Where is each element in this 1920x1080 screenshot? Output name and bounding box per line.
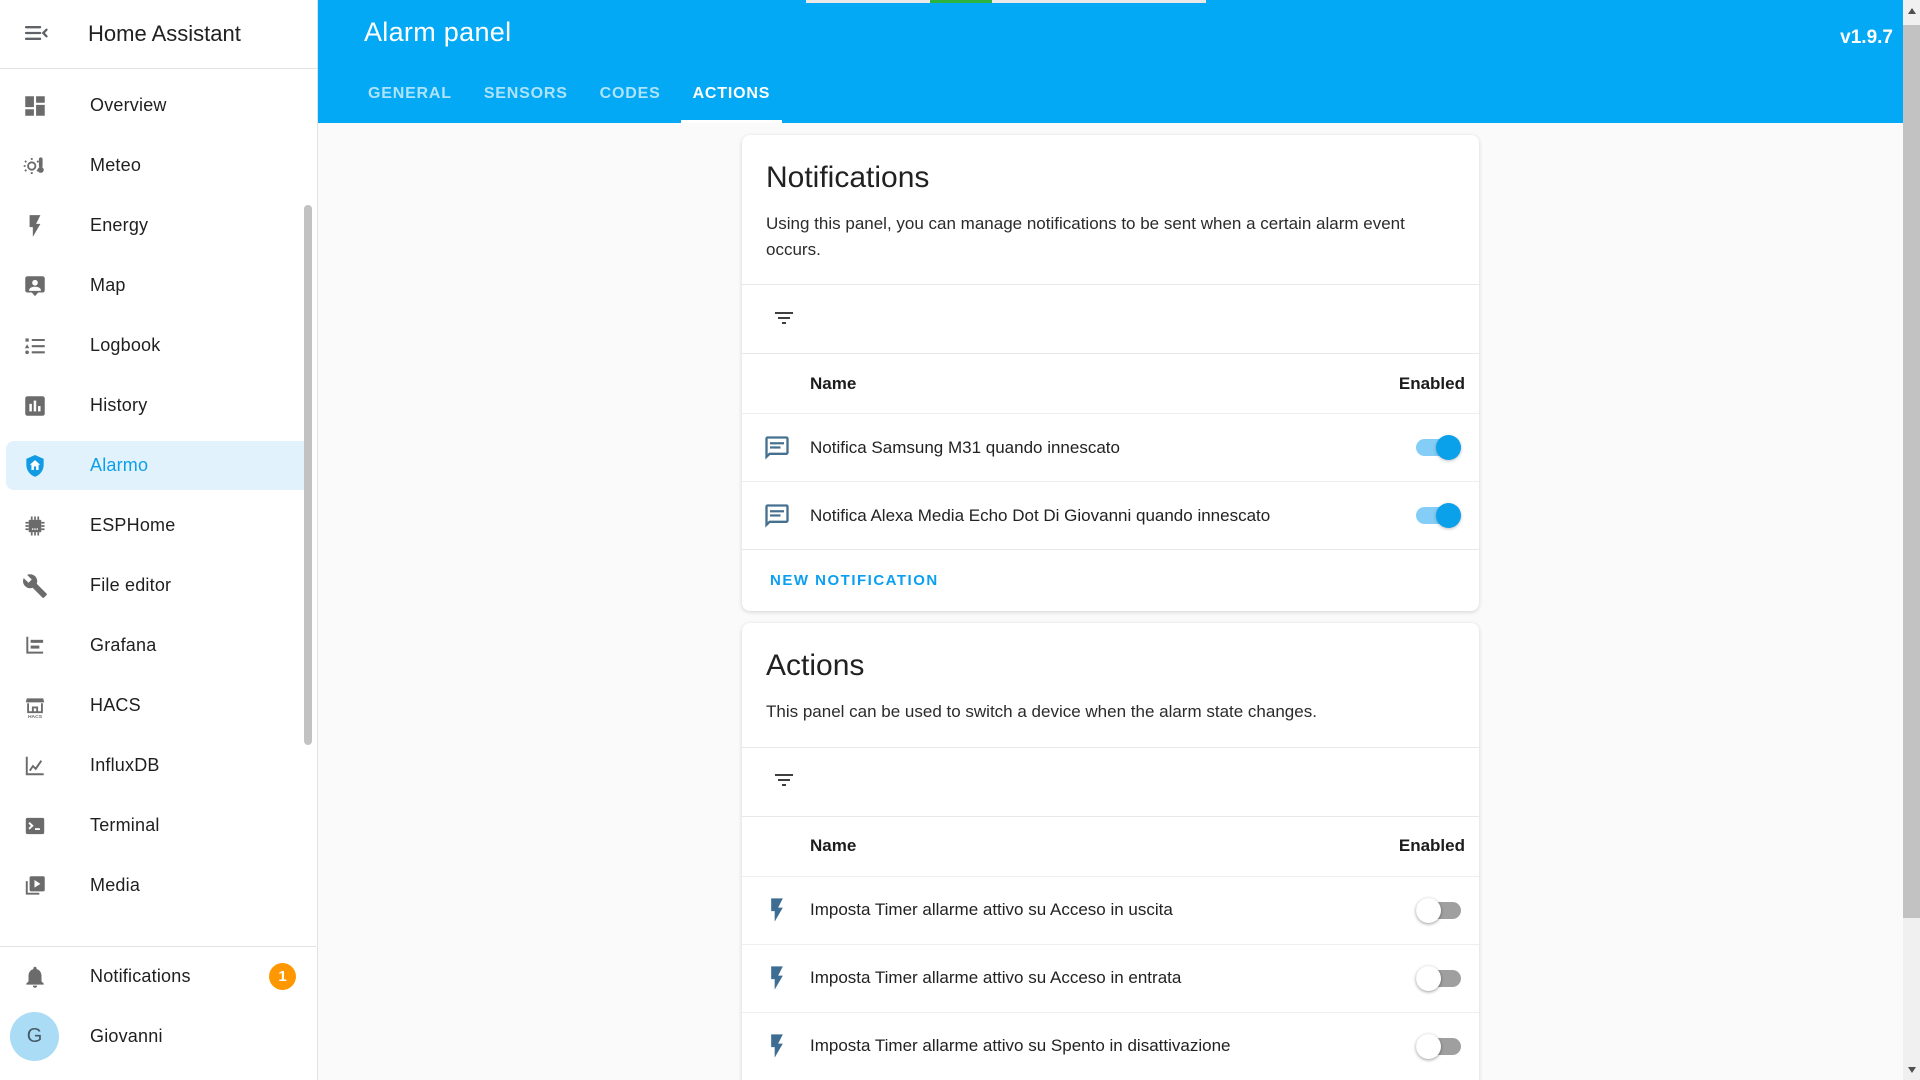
- content-area: Notifications Using this panel, you can …: [318, 123, 1903, 1080]
- sidebar-item-terminal[interactable]: Terminal: [6, 801, 311, 850]
- notification-row[interactable]: Notifica Samsung M31 quando innescato: [742, 413, 1479, 481]
- sidebar-nav: Overview Meteo Energy Map Logbook Histor…: [0, 69, 317, 910]
- column-enabled: Enabled: [1398, 373, 1465, 393]
- sidebar-toggle-icon: [22, 19, 50, 50]
- thermometer-sun-icon: [22, 153, 48, 179]
- action-name: Imposta Timer allarme attivo su Acceso i…: [810, 900, 1173, 919]
- sidebar-item-map[interactable]: Map: [6, 261, 311, 310]
- sidebar-item-meteo[interactable]: Meteo: [6, 141, 311, 190]
- wrench-icon: [22, 573, 48, 599]
- notification-name: Notifica Samsung M31 quando innescato: [810, 437, 1120, 457]
- flash-icon: [763, 1032, 791, 1060]
- avatar: G: [10, 1012, 59, 1061]
- notification-count-badge: 1: [269, 963, 296, 990]
- actions-card-title: Actions: [766, 649, 865, 682]
- console-icon: [22, 813, 48, 839]
- tab-actions[interactable]: ACTIONS: [680, 64, 783, 123]
- sidebar-item-esphome[interactable]: ESPHome: [6, 501, 311, 550]
- notifications-card: Notifications Using this panel, you can …: [742, 135, 1479, 611]
- sidebar-item-file-editor[interactable]: File editor: [6, 561, 311, 610]
- sidebar-item-logbook[interactable]: Logbook: [6, 321, 311, 370]
- scroll-down-arrow[interactable]: [1903, 1061, 1920, 1078]
- main-area: Alarm panel v1.9.7 GENERAL SENSORS CODES…: [318, 0, 1903, 1080]
- scroll-up-arrow[interactable]: [1903, 2, 1920, 19]
- sidebar-item-notifications[interactable]: Notifications 1: [6, 952, 310, 1001]
- sidebar-item-overview[interactable]: Overview: [6, 81, 311, 130]
- new-notification-button[interactable]: NEW NOTIFICATION: [742, 549, 1479, 611]
- play-box-multiple-icon: [22, 873, 48, 899]
- account-location-icon: [22, 273, 48, 299]
- action-name: Imposta Timer allarme attivo su Spento i…: [810, 1036, 1231, 1055]
- sidebar: Home Assistant Overview Meteo Energy Map: [0, 0, 318, 1080]
- enabled-toggle[interactable]: [1416, 897, 1461, 923]
- app-title: Home Assistant: [88, 21, 241, 46]
- sidebar-item-energy[interactable]: Energy: [6, 201, 311, 250]
- app-header: Alarm panel v1.9.7 GENERAL SENSORS CODES…: [318, 0, 1903, 123]
- chip-icon: [22, 513, 48, 539]
- chart-box-icon: [22, 393, 48, 419]
- notifications-table-header: Name Enabled: [742, 353, 1479, 413]
- format-list-bulleted-type-icon: [22, 333, 48, 359]
- bell-icon: [22, 964, 48, 990]
- browser-progress-bar: [806, 0, 1206, 3]
- page-title: Alarm panel: [364, 16, 512, 47]
- sidebar-bottom: Notifications 1 G Giovanni: [0, 946, 316, 1080]
- sidebar-item-influxdb[interactable]: InfluxDB: [6, 741, 311, 790]
- sidebar-item-profile[interactable]: G Giovanni: [6, 1012, 310, 1061]
- message-text-icon: [763, 502, 791, 530]
- chart-timeline-icon: [22, 633, 48, 659]
- svg-text:HACS: HACS: [28, 714, 43, 719]
- browser-progress-fill: [930, 0, 992, 3]
- actions-filter-button[interactable]: [772, 768, 796, 795]
- filter-variant-icon: [772, 768, 796, 795]
- tab-sensors[interactable]: SENSORS: [472, 64, 580, 123]
- message-text-icon: [763, 434, 791, 462]
- enabled-toggle[interactable]: [1416, 965, 1461, 991]
- notification-name: Notifica Alexa Media Echo Dot Di Giovann…: [810, 505, 1271, 525]
- column-name: Name: [810, 373, 857, 393]
- action-row[interactable]: Imposta Timer allarme attivo su Acceso i…: [742, 875, 1479, 944]
- sidebar-bottom-divider: [0, 946, 316, 947]
- actions-filter-row: [742, 746, 1479, 816]
- sidebar-scrollbar-thumb[interactable]: [304, 205, 312, 745]
- enabled-toggle[interactable]: [1416, 435, 1461, 460]
- actions-card: Actions This panel can be used to switch…: [742, 623, 1479, 1080]
- screen: Home Assistant Overview Meteo Energy Map: [0, 0, 1920, 1080]
- notification-row[interactable]: Notifica Alexa Media Echo Dot Di Giovann…: [742, 481, 1479, 549]
- flash-icon: [763, 896, 791, 924]
- action-row[interactable]: Imposta Timer allarme attivo su Spento i…: [742, 1011, 1479, 1080]
- flash-icon: [763, 964, 791, 992]
- sidebar-item-history[interactable]: History: [6, 381, 311, 430]
- sidebar-item-hacs[interactable]: HACS HACS: [6, 681, 311, 730]
- notifications-filter-row: [742, 284, 1479, 353]
- notifications-card-description: Using this panel, you can manage notific…: [766, 214, 1405, 259]
- page-scrollbar[interactable]: [1903, 0, 1920, 1080]
- page-scrollbar-thumb[interactable]: [1903, 25, 1920, 918]
- storefront-icon: HACS: [22, 693, 48, 719]
- sidebar-item-alarmo[interactable]: Alarmo: [6, 441, 311, 490]
- sidebar-toggle-button[interactable]: [20, 18, 52, 50]
- shield-home-icon: [22, 453, 48, 479]
- chart-line-icon: [22, 753, 48, 779]
- action-name: Imposta Timer allarme attivo su Acceso i…: [810, 968, 1182, 987]
- sidebar-item-media[interactable]: Media: [6, 861, 311, 910]
- view-dashboard-icon: [22, 93, 48, 119]
- enabled-toggle[interactable]: [1416, 503, 1461, 528]
- tab-codes[interactable]: CODES: [588, 64, 673, 123]
- sidebar-header: Home Assistant: [0, 0, 317, 68]
- column-enabled: Enabled: [1398, 836, 1465, 855]
- notifications-filter-button[interactable]: [772, 306, 796, 333]
- version-label: v1.9.7: [1840, 27, 1893, 48]
- enabled-toggle[interactable]: [1416, 1033, 1461, 1059]
- actions-card-description: This panel can be used to switch a devic…: [766, 702, 1317, 721]
- flash-icon: [22, 213, 48, 239]
- action-row[interactable]: Imposta Timer allarme attivo su Acceso i…: [742, 943, 1479, 1012]
- filter-variant-icon: [772, 306, 796, 333]
- actions-table-header: Name Enabled: [742, 815, 1479, 876]
- tab-bar: GENERAL SENSORS CODES ACTIONS: [318, 64, 1903, 123]
- column-name: Name: [810, 836, 857, 855]
- notifications-card-title: Notifications: [766, 161, 930, 194]
- tab-general[interactable]: GENERAL: [356, 64, 464, 123]
- sidebar-item-grafana[interactable]: Grafana: [6, 621, 311, 670]
